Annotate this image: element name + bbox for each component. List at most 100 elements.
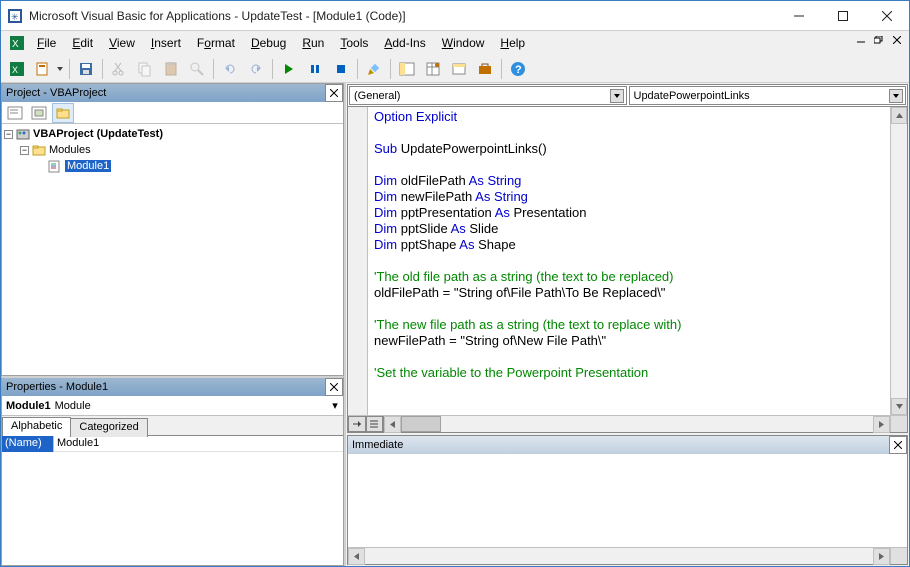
view-mode-buttons	[348, 416, 384, 432]
project-pane-titlebar: Project - VBAProject	[2, 84, 343, 102]
dropdown-arrow-icon[interactable]	[889, 89, 903, 103]
scroll-right-button[interactable]	[873, 416, 890, 433]
dropdown-arrow-icon[interactable]	[610, 89, 624, 103]
scroll-down-button[interactable]	[891, 398, 907, 415]
view-object-button[interactable]	[28, 103, 50, 123]
menu-debug[interactable]: Debug	[243, 34, 294, 52]
help-button[interactable]: ?	[506, 57, 530, 81]
procedure-view-button[interactable]	[348, 416, 366, 432]
menubar: X File Edit View Insert Format Debug Run…	[1, 31, 909, 55]
properties-object-name: Module1	[6, 400, 51, 412]
properties-pane: Properties - Module1 Module1 Module ▾ Al…	[1, 376, 344, 566]
menu-run[interactable]: Run	[294, 34, 332, 52]
scrollbar-thumb[interactable]	[401, 416, 441, 432]
svg-text:✳: ✳	[11, 12, 19, 22]
immediate-editor[interactable]	[348, 454, 907, 547]
minimize-button[interactable]	[777, 1, 821, 30]
object-browser-button[interactable]	[447, 57, 471, 81]
property-row-name[interactable]: (Name) Module1	[2, 436, 343, 452]
properties-pane-close[interactable]	[325, 378, 343, 396]
expander-icon[interactable]: −	[20, 146, 29, 155]
tree-project-label: VBAProject (UpdateTest)	[33, 128, 163, 140]
code-header: (General) UpdatePowerpointLinks	[348, 85, 907, 107]
copy-button[interactable]	[133, 57, 157, 81]
tree-modules-folder[interactable]: − Modules	[4, 142, 341, 158]
expander-icon[interactable]: −	[4, 130, 13, 139]
tree-folder-label: Modules	[49, 144, 91, 156]
project-tree[interactable]: − VBAProject (UpdateTest) − Modules Modu…	[2, 124, 343, 375]
main-area: Project - VBAProject − VBAProject (Updat…	[1, 83, 909, 566]
full-module-view-button[interactable]	[366, 416, 384, 432]
svg-text:X: X	[12, 39, 19, 50]
scroll-up-button[interactable]	[891, 107, 907, 124]
maximize-button[interactable]	[821, 1, 865, 30]
design-mode-button[interactable]	[362, 57, 386, 81]
cut-button[interactable]	[107, 57, 131, 81]
mdi-minimize[interactable]	[853, 33, 869, 47]
scroll-right-button[interactable]	[873, 548, 890, 565]
save-button[interactable]	[74, 57, 98, 81]
immediate-hscroll[interactable]	[348, 547, 907, 564]
right-column: (General) UpdatePowerpointLinks Option E…	[346, 83, 909, 566]
paste-button[interactable]	[159, 57, 183, 81]
reset-button[interactable]	[329, 57, 353, 81]
window-title: Microsoft Visual Basic for Applications …	[29, 9, 777, 23]
procedure-dropdown-value: UpdatePowerpointLinks	[634, 90, 750, 102]
view-code-button[interactable]	[4, 103, 26, 123]
menu-insert[interactable]: Insert	[143, 34, 189, 52]
properties-window-button[interactable]	[421, 57, 445, 81]
tree-module-item[interactable]: Module1	[4, 158, 341, 174]
svg-text:?: ?	[515, 64, 522, 76]
code-margin[interactable]	[348, 107, 368, 415]
tab-categorized[interactable]: Categorized	[70, 418, 147, 437]
properties-object-selector[interactable]: Module1 Module ▾	[2, 396, 343, 416]
menu-format[interactable]: Format	[189, 34, 243, 52]
project-icon	[16, 127, 30, 141]
menu-help[interactable]: Help	[492, 34, 533, 52]
close-button[interactable]	[865, 1, 909, 30]
excel-doc-icon[interactable]: X	[9, 35, 25, 51]
toggle-folders-button[interactable]	[52, 103, 74, 123]
property-name-value[interactable]: Module1	[54, 436, 343, 452]
titlebar: ✳ Microsoft Visual Basic for Application…	[1, 1, 909, 31]
procedure-dropdown[interactable]: UpdatePowerpointLinks	[629, 86, 907, 105]
menu-tools[interactable]: Tools	[332, 34, 376, 52]
menu-addins[interactable]: Add-Ins	[376, 34, 433, 52]
project-pane-close[interactable]	[325, 84, 343, 102]
immediate-pane-close[interactable]	[889, 436, 907, 454]
menu-view[interactable]: View	[101, 34, 143, 52]
insert-object-button[interactable]	[31, 57, 55, 81]
tree-module-label: Module1	[65, 160, 111, 172]
property-name-label: (Name)	[2, 436, 54, 452]
mdi-restore[interactable]	[871, 33, 887, 47]
left-column: Project - VBAProject − VBAProject (Updat…	[1, 83, 346, 566]
menu-edit[interactable]: Edit	[64, 34, 101, 52]
object-dropdown-value: (General)	[354, 90, 400, 102]
insert-object-dropdown[interactable]	[57, 67, 65, 71]
break-button[interactable]	[303, 57, 327, 81]
project-explorer-button[interactable]	[395, 57, 419, 81]
menu-window[interactable]: Window	[434, 34, 493, 52]
tab-alphabetic[interactable]: Alphabetic	[2, 417, 71, 436]
vertical-scrollbar[interactable]	[890, 107, 907, 415]
undo-button[interactable]	[218, 57, 242, 81]
scroll-left-button[interactable]	[384, 416, 401, 433]
svg-text:X: X	[12, 65, 18, 75]
tree-project-root[interactable]: − VBAProject (UpdateTest)	[4, 126, 341, 142]
properties-grid[interactable]: (Name) Module1	[2, 436, 343, 565]
mdi-close[interactable]	[889, 33, 905, 47]
horizontal-scrollbar[interactable]	[401, 416, 873, 432]
run-button[interactable]	[277, 57, 301, 81]
find-button[interactable]	[185, 57, 209, 81]
code-editor[interactable]: Option Explicit Sub UpdatePowerpointLink…	[368, 107, 890, 415]
dropdown-arrow-icon[interactable]: ▾	[327, 399, 343, 412]
properties-tabs: Alphabetic Categorized	[2, 416, 343, 436]
view-excel-button[interactable]: X	[5, 57, 29, 81]
toolbox-button[interactable]	[473, 57, 497, 81]
standard-toolbar: X ?	[1, 55, 909, 83]
app-icon: ✳	[7, 8, 23, 24]
redo-button[interactable]	[244, 57, 268, 81]
object-dropdown[interactable]: (General)	[349, 86, 627, 105]
menu-file[interactable]: File	[29, 34, 64, 52]
scroll-left-button[interactable]	[348, 548, 365, 565]
